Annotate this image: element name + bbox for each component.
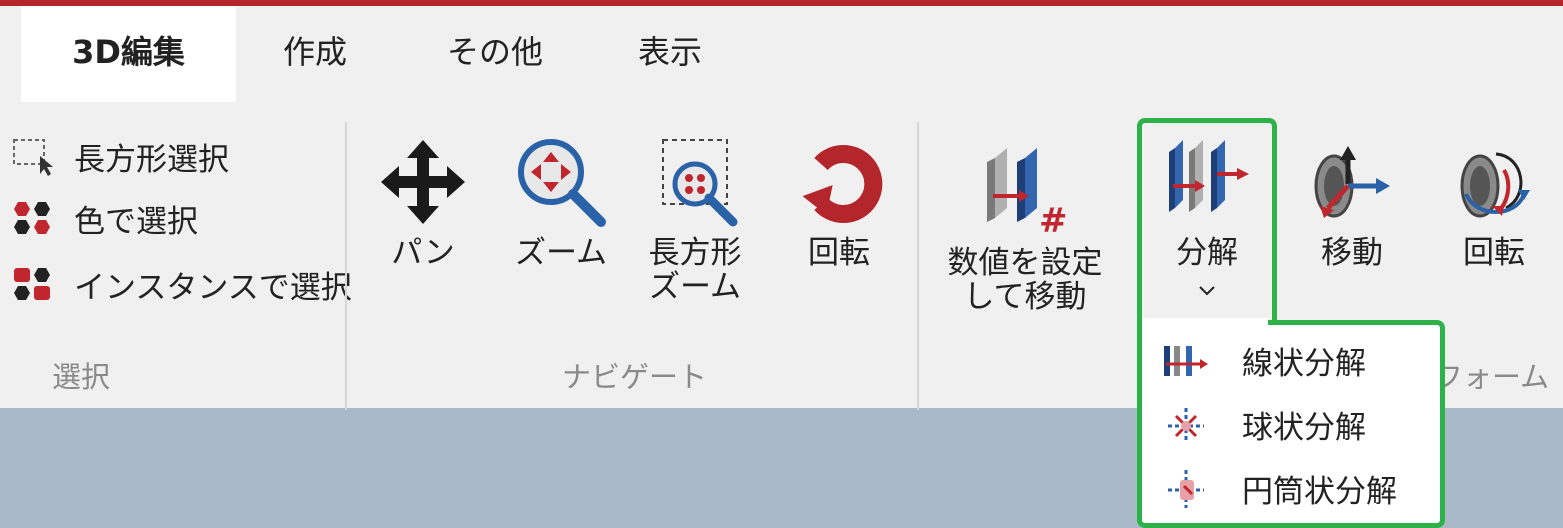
explode-icon (1169, 140, 1249, 212)
numeric-move-label-line1: 数値を設定 (947, 245, 1103, 281)
color-select-label: 色で選択 (74, 203, 198, 240)
rotate-object-icon (1460, 152, 1530, 218)
group-divider (345, 122, 347, 410)
pan-button[interactable]: パン (370, 134, 476, 272)
color-select-icon (14, 202, 50, 234)
explode-button[interactable]: 分解 (1142, 134, 1272, 306)
ribbon-tab-bar: 3D編集 作成 その他 表示 (0, 6, 1563, 102)
pan-icon (381, 140, 465, 224)
color-select-button[interactable]: 色で選択 (12, 196, 198, 240)
instance-select-button[interactable]: インスタンスで選択 (12, 262, 352, 306)
rotate-object-button[interactable]: 回転 (1434, 134, 1554, 272)
spherical-explode-icon (1168, 408, 1204, 442)
tab-other[interactable]: その他 (420, 6, 570, 102)
menu-item-spherical-explode[interactable]: 球状分解 (1162, 397, 1366, 451)
zoom-button[interactable]: ズーム (508, 134, 614, 272)
numeric-move-icon: # (987, 148, 1068, 241)
chevron-down-icon[interactable] (1142, 268, 1272, 306)
rect-select-label: 長方形選択 (74, 141, 229, 178)
move-button[interactable]: 移動 (1292, 134, 1412, 272)
cylindrical-explode-label: 円筒状分解 (1242, 473, 1397, 510)
linear-explode-label: 線状分解 (1242, 345, 1366, 382)
numeric-move-button[interactable]: # 数値を設定 して移動 (940, 144, 1110, 316)
rotate-icon (802, 145, 883, 223)
rect-select-button[interactable]: 長方形選択 (12, 134, 229, 178)
numeric-move-label-line2: して移動 (963, 279, 1087, 315)
instance-select-label: インスタンスで選択 (74, 269, 352, 306)
rect-zoom-button[interactable]: 長方形 ズーム (642, 134, 748, 306)
pan-label: パン (391, 235, 455, 271)
explode-label: 分解 (1176, 235, 1238, 271)
tab-create[interactable]: 作成 (255, 6, 375, 102)
move-icon (1314, 146, 1390, 218)
menu-join (1142, 318, 1268, 328)
cylindrical-explode-icon (1168, 470, 1204, 508)
linear-explode-icon (1164, 346, 1208, 376)
3d-viewport[interactable] (0, 408, 1137, 526)
rect-zoom-icon (662, 139, 738, 227)
group-divider (917, 122, 919, 410)
selection-group-label: 選択 (52, 360, 111, 394)
rect-select-icon (13, 139, 53, 176)
spherical-explode-label: 球状分解 (1242, 409, 1366, 446)
tab-3d-edit[interactable]: 3D編集 (21, 6, 236, 102)
rect-zoom-label-line1: 長方形 (648, 235, 742, 271)
rotate-view-label: 回転 (808, 235, 870, 271)
zoom-icon (518, 139, 606, 227)
menu-item-cylindrical-explode[interactable]: 円筒状分解 (1162, 461, 1397, 515)
move-label: 移動 (1321, 235, 1383, 271)
tab-view[interactable]: 表示 (605, 6, 735, 102)
rotate-object-label: 回転 (1463, 235, 1525, 271)
svg-text:#: # (1039, 201, 1068, 240)
transform-group-label: フォーム (1434, 360, 1550, 394)
instance-select-icon (14, 268, 50, 300)
menu-item-linear-explode[interactable]: 線状分解 (1162, 333, 1366, 387)
navigate-group-label: ナビゲート (562, 360, 708, 394)
zoom-label: ズーム (514, 235, 608, 271)
explode-dropdown-menu: 線状分解 球状分解 円筒状分解 (1137, 320, 1445, 528)
rect-zoom-label-line2: ズーム (648, 269, 742, 305)
rotate-view-button[interactable]: 回転 (786, 134, 892, 272)
